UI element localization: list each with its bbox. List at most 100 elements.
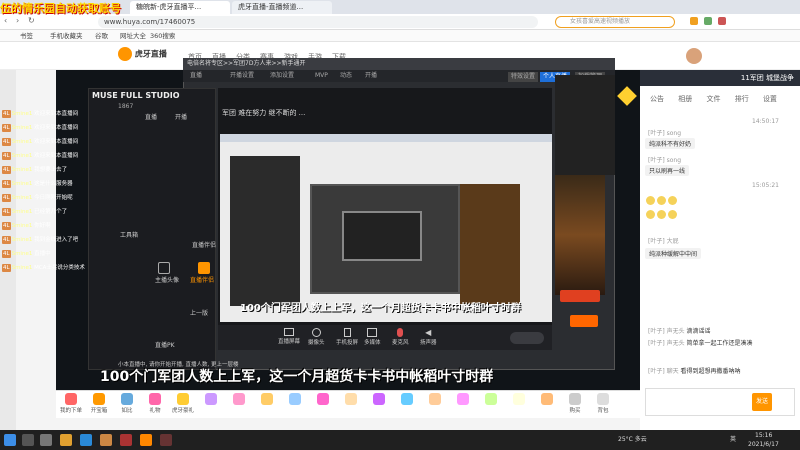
- tool-right-tab[interactable]: 特效设置: [508, 72, 539, 82]
- gift-icon: [65, 393, 77, 405]
- gift-item[interactable]: [452, 393, 474, 406]
- danmaku-item: 4L Smine1 直播中: [2, 250, 102, 258]
- gift-item[interactable]: [480, 393, 502, 406]
- right-tab[interactable]: 文件: [706, 95, 720, 103]
- gift-icon: [485, 393, 497, 405]
- gift-icon: [177, 393, 189, 405]
- chat-input[interactable]: [645, 388, 795, 416]
- app-icon[interactable]: [120, 434, 132, 446]
- app-icon[interactable]: [160, 434, 172, 446]
- chat-message: 只以刷再一线: [645, 165, 690, 176]
- bookmark-item[interactable]: 手机收藏夹: [50, 31, 83, 41]
- app-label[interactable]: 主播头像: [155, 275, 179, 284]
- avatar[interactable]: [686, 48, 702, 64]
- tool-title-bar: 电倍名将专区>>军团7D方人来>>新手通开: [183, 58, 615, 70]
- gift-item[interactable]: [228, 393, 250, 406]
- right-tab[interactable]: 相册: [678, 95, 692, 103]
- go-live-toggle[interactable]: [510, 332, 544, 344]
- weather-status[interactable]: 25°C 多云: [618, 434, 647, 443]
- chat-message: 纯派科不有好奶: [645, 138, 696, 149]
- exit-button[interactable]: [570, 315, 598, 327]
- tool-tab[interactable]: 直播: [190, 71, 202, 81]
- gift-item[interactable]: [284, 393, 306, 406]
- tool-tab[interactable]: 动态: [340, 71, 352, 81]
- gift-icon: [597, 393, 609, 405]
- gift-item[interactable]: [508, 393, 530, 406]
- gift-item[interactable]: 礼物: [144, 393, 166, 414]
- gift-item[interactable]: 虎牙豪礼: [172, 393, 194, 414]
- tool-tab[interactable]: 开播设置: [230, 71, 254, 81]
- extension-icon[interactable]: [690, 17, 698, 25]
- camera-icon[interactable]: [158, 262, 170, 274]
- send-button[interactable]: 发送: [752, 393, 772, 411]
- url-field[interactable]: www.huya.com/17460075: [98, 16, 538, 28]
- gift-item[interactable]: [536, 393, 558, 406]
- gift-item[interactable]: [340, 393, 362, 406]
- control-label: 手机投屏: [336, 340, 359, 346]
- gift-item[interactable]: [368, 393, 390, 406]
- right-tab[interactable]: 公告: [650, 95, 664, 103]
- screen-share-button[interactable]: 直播屏幕: [278, 328, 300, 345]
- tool-tab[interactable]: 添加设置: [270, 71, 294, 81]
- app-label[interactable]: 上一版: [190, 308, 208, 317]
- bookmark-item[interactable]: 网址大全: [120, 31, 146, 41]
- app-menu-item[interactable]: 直播: [145, 112, 157, 121]
- speaker-button[interactable]: ◀ 扬声器: [420, 328, 437, 346]
- gift-item[interactable]: 如比: [116, 393, 138, 414]
- danmaku-item: 4L Smine1 欢迎来到本直播间: [2, 124, 102, 132]
- level-badge: 4L: [2, 180, 11, 188]
- start-icon[interactable]: [4, 434, 16, 446]
- app-label[interactable]: 直播伴侣: [190, 275, 214, 284]
- gift-item[interactable]: 购买: [564, 393, 586, 414]
- back-icon[interactable]: ‹: [4, 17, 12, 25]
- gift-item[interactable]: [312, 393, 334, 406]
- browser-tab-1[interactable]: 糖皖新-虎牙直播平...: [130, 1, 230, 14]
- app-menu-item[interactable]: 工具箱: [120, 230, 138, 239]
- clock-date[interactable]: 2021/6/17: [748, 441, 779, 448]
- game-banner[interactable]: [555, 175, 605, 295]
- huya-app-icon[interactable]: [140, 434, 152, 446]
- danmaku-item: 4L Smine1 已经第几个了: [2, 208, 102, 216]
- app-menu-item[interactable]: 直播伴侣: [192, 240, 216, 249]
- bookmark-item[interactable]: 360搜索: [150, 31, 175, 41]
- right-tab[interactable]: 设置: [763, 95, 777, 103]
- live-icon[interactable]: [198, 262, 210, 274]
- input-language[interactable]: 英: [730, 434, 736, 443]
- gift-item[interactable]: 背包: [592, 393, 614, 414]
- app-label[interactable]: 直播PK: [155, 340, 175, 349]
- app-icon[interactable]: [100, 434, 112, 446]
- mic-button[interactable]: 麦克风: [392, 328, 409, 346]
- gift-icon: [121, 393, 133, 405]
- bookmark-item[interactable]: 谷歌: [95, 31, 108, 41]
- right-tabs: 公告 相册 文件 排行 设置: [640, 94, 800, 108]
- right-tab[interactable]: 排行: [735, 95, 749, 103]
- gift-item[interactable]: 开宝箱: [88, 393, 110, 414]
- send-gift-button[interactable]: [560, 290, 600, 302]
- tool-tab[interactable]: 开播: [365, 71, 377, 81]
- browser-icon[interactable]: [80, 434, 92, 446]
- gift-item[interactable]: 我的下单: [60, 393, 82, 414]
- search-icon[interactable]: [22, 434, 34, 446]
- gift-label: 开宝箱: [90, 408, 108, 414]
- clock-time[interactable]: 15:16: [755, 432, 772, 439]
- browser-tab-2[interactable]: 虎牙直播-直播频道...: [232, 1, 332, 14]
- huya-logo[interactable]: 虎牙直播: [118, 47, 176, 65]
- media-button[interactable]: 多媒体: [364, 328, 381, 346]
- task-view-icon[interactable]: [40, 434, 52, 446]
- tool-tab[interactable]: MVP: [315, 71, 328, 81]
- forward-icon[interactable]: ›: [16, 17, 24, 25]
- gift-item[interactable]: [256, 393, 278, 406]
- bookmark-item[interactable]: 书签: [20, 31, 33, 41]
- phone-cast-button[interactable]: 手机投屏: [336, 328, 358, 346]
- gift-item[interactable]: [424, 393, 446, 406]
- level-badge: 4L: [2, 124, 11, 132]
- refresh-icon[interactable]: ↻: [28, 16, 38, 26]
- camera-button[interactable]: 摄像头: [308, 328, 325, 346]
- search-input[interactable]: 女孩喜爱高速视频播放: [555, 16, 675, 28]
- gift-item[interactable]: [396, 393, 418, 406]
- app-menu-item[interactable]: 开播: [175, 112, 187, 121]
- extension-icon[interactable]: [717, 17, 726, 25]
- gift-item[interactable]: [200, 393, 222, 406]
- extension-icon[interactable]: [703, 17, 712, 25]
- file-explorer-icon[interactable]: [60, 434, 72, 446]
